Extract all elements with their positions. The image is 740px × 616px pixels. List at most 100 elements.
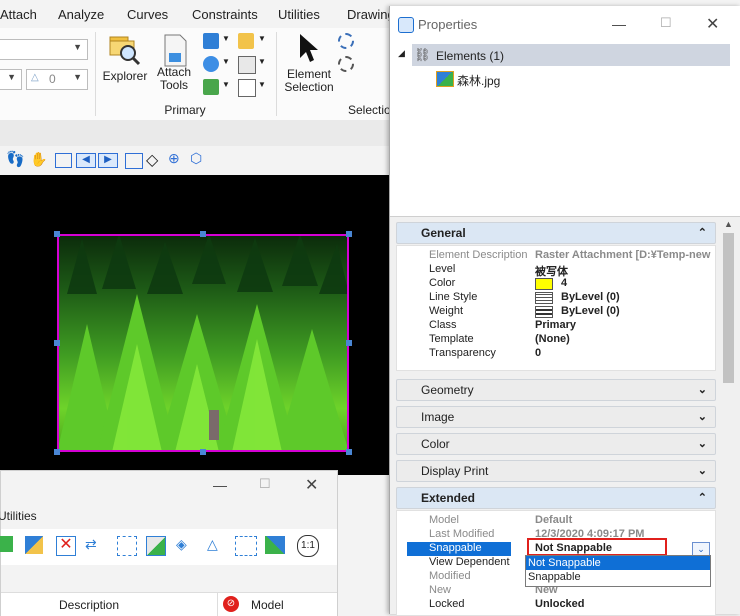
tool-icon[interactable]	[265, 536, 285, 554]
collapse-arrow-icon[interactable]: ◢	[398, 48, 405, 59]
explorer-icon[interactable]	[106, 33, 142, 69]
prop-row-line-style[interactable]: Line Style ByLevel (0)	[407, 291, 717, 305]
prop-row-locked[interactable]: Locked Unlocked	[407, 598, 717, 612]
previous-view-icon[interactable]: ◀	[76, 153, 96, 168]
minimize-icon[interactable]: —	[612, 16, 626, 32]
prop-row-transparency[interactable]: Transparency 0	[407, 347, 717, 361]
hand-icon[interactable]: ✋	[30, 151, 47, 168]
maximize-icon[interactable]: ☐	[259, 476, 271, 492]
tab-utilities[interactable]: Utilities	[278, 7, 320, 22]
section-display-print-header[interactable]: Display Print ⌄	[396, 460, 716, 482]
section-geometry-header[interactable]: Geometry ⌄	[396, 379, 716, 401]
cursor-arrow-icon[interactable]	[296, 32, 322, 64]
selection-handle[interactable]	[346, 231, 352, 237]
prop-key: View Dependent	[429, 556, 510, 568]
section-color-header[interactable]: Color ⌄	[396, 433, 716, 455]
tree-root-row[interactable]: ◢ ⛓ Elements (1)	[398, 44, 730, 66]
dropdown-option-not-snappable[interactable]: Not Snappable	[526, 556, 710, 570]
selection-handle[interactable]	[346, 340, 352, 346]
tool-icon[interactable]: △	[207, 536, 225, 554]
scroll-up-icon[interactable]: ▲	[724, 219, 733, 229]
raster-icon[interactable]	[238, 33, 254, 49]
cube-icon[interactable]: ◇	[146, 150, 158, 170]
tool-icon[interactable]: ◈	[176, 536, 196, 554]
red-highlight-box	[527, 538, 667, 556]
section-extended-header[interactable]: Extended ⌃	[396, 487, 716, 509]
tool-icon[interactable]	[146, 536, 166, 556]
minimize-icon[interactable]: —	[213, 477, 227, 493]
model-icon[interactable]	[203, 56, 219, 72]
prop-value: Unlocked	[535, 598, 585, 610]
attach-tools-icon[interactable]	[160, 33, 190, 69]
tree-child-label[interactable]: 森林.jpg	[457, 72, 500, 89]
tab-analyze[interactable]: Analyze	[58, 7, 104, 22]
prop-value: 0	[535, 347, 542, 359]
dropdown-option-snappable[interactable]: Snappable	[526, 570, 710, 584]
ribbon-body: ▼ ▼ △ 0 ▼ Explorer Attach Tools ▼ ▼ ▼ ▼ …	[0, 28, 400, 121]
section-general-header[interactable]: General ⌃	[396, 222, 716, 244]
scrollbar-thumb[interactable]	[723, 233, 734, 383]
close-icon[interactable]: ✕	[305, 475, 318, 495]
transparency-value: 0	[49, 72, 56, 86]
next-view-icon[interactable]: ▶	[98, 153, 118, 168]
general-body: Element Description Raster Attachment [D…	[396, 245, 716, 371]
selection-handle[interactable]	[54, 449, 60, 455]
move-tool-icon[interactable]: ⇄	[85, 536, 105, 554]
selection-handle[interactable]	[54, 340, 60, 346]
reference-icon[interactable]	[203, 33, 219, 49]
table-icon[interactable]	[238, 79, 256, 97]
maximize-icon[interactable]: ☐	[660, 15, 672, 31]
view-window-icon[interactable]	[125, 153, 143, 169]
transparency-combo[interactable]: △ 0 ▼	[26, 69, 88, 90]
selection-handle[interactable]	[200, 449, 206, 455]
model-column-header[interactable]: Model	[251, 598, 284, 612]
properties-scrollbar[interactable]: ▲	[719, 217, 739, 614]
fence-circle-icon[interactable]	[338, 33, 354, 49]
tab-attach[interactable]: Attach	[0, 7, 37, 22]
description-column-header[interactable]: Description	[59, 598, 119, 612]
prop-row-template[interactable]: Template (None)	[407, 333, 717, 347]
tool-icon[interactable]	[117, 536, 137, 556]
prop-row-level[interactable]: Level 被写体	[407, 263, 717, 278]
chevron-down-icon: ▼	[222, 34, 230, 43]
fence-icon[interactable]	[338, 56, 354, 72]
view-attributes-icon[interactable]	[55, 153, 72, 168]
dialog-title: Utilities	[0, 509, 37, 523]
tab-curves[interactable]: Curves	[127, 7, 168, 22]
grid-icon[interactable]	[238, 56, 256, 74]
prop-row-class[interactable]: Class Primary	[407, 319, 717, 333]
view-window[interactable]	[0, 175, 392, 475]
fit-view-icon[interactable]: ⬡	[190, 150, 202, 167]
chevron-down-icon: ▼	[73, 42, 82, 52]
tool-icon[interactable]	[235, 536, 257, 556]
prop-row-weight[interactable]: Weight ByLevel (0)	[407, 305, 717, 319]
tool-icon[interactable]	[0, 536, 13, 552]
close-icon[interactable]: ✕	[706, 14, 719, 34]
attach-tools-label: Attach Tools	[152, 66, 196, 92]
column-header-row: Description ⊘ Model	[1, 592, 337, 616]
selection-handle[interactable]	[54, 231, 60, 237]
utilities-dialog: — ☐ ✕ Utilities ✕ ⇄ ◈ △ 1:1 Description …	[0, 470, 338, 616]
snappable-dropdown-list: Not Snappable Snappable	[525, 555, 711, 587]
selection-handle[interactable]	[200, 231, 206, 237]
prop-row-color[interactable]: Color 4	[407, 277, 717, 291]
layers-icon[interactable]	[203, 79, 219, 95]
scale-tool-icon[interactable]: 1:1	[297, 535, 319, 557]
section-image-header[interactable]: Image ⌄	[396, 406, 716, 428]
walk-icon[interactable]: 👣	[6, 150, 25, 168]
properties-window: Properties — ☐ ✕ ◢ ⛓ Elements (1) 森林.jpg…	[389, 6, 740, 616]
tab-constraints[interactable]: Constraints	[192, 7, 258, 22]
snappable-dropdown-button[interactable]: ⌄	[692, 542, 710, 556]
prop-key: Class	[429, 319, 457, 331]
delete-tool-icon[interactable]: ✕	[56, 536, 76, 556]
forest-raster-image[interactable]	[54, 231, 352, 455]
small-combo[interactable]: ▼	[0, 69, 22, 90]
selection-handle[interactable]	[346, 449, 352, 455]
prop-key: Element Description	[429, 249, 528, 261]
zoom-icon[interactable]: ⊕	[168, 150, 180, 167]
tab-drawing[interactable]: Drawing	[347, 7, 395, 22]
primary-group-label: Primary	[164, 103, 206, 117]
section-color-title: Color	[421, 437, 450, 451]
attribute-combo[interactable]: ▼	[0, 39, 88, 60]
tool-icon[interactable]	[25, 536, 43, 554]
